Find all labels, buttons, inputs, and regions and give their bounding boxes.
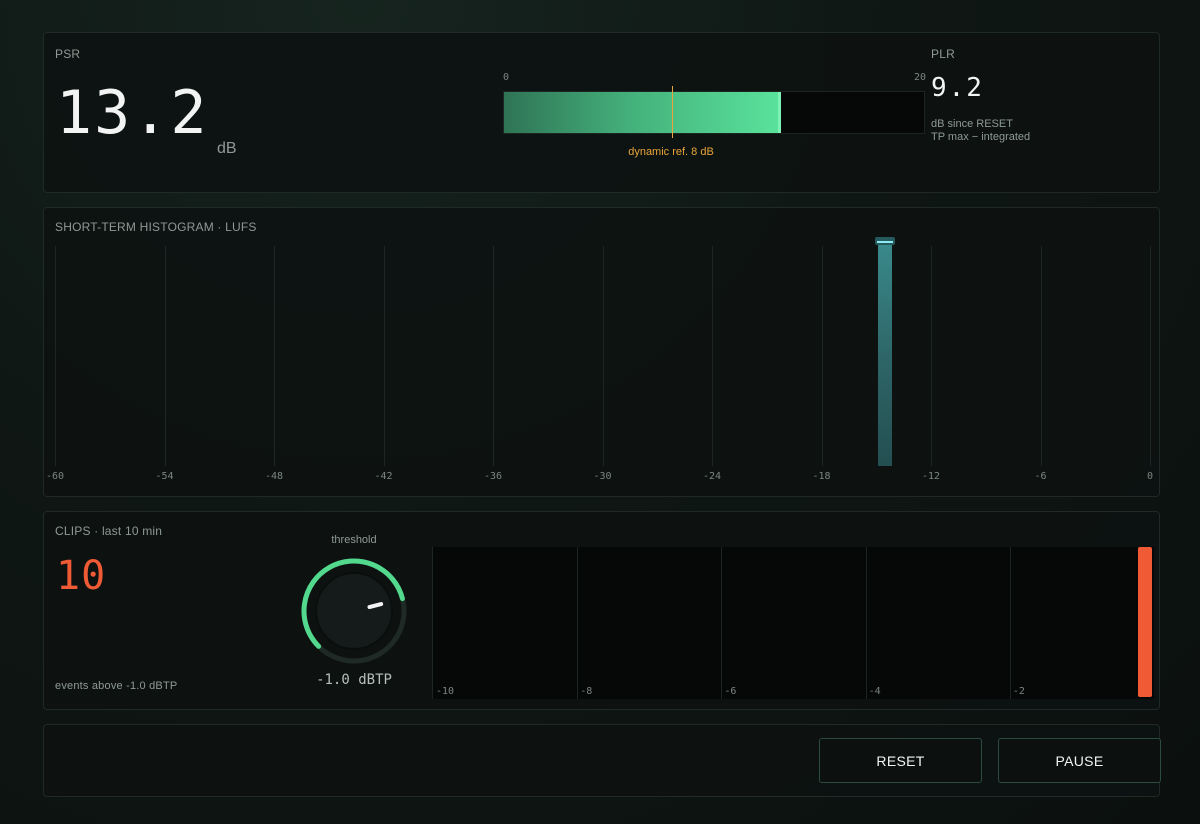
reset-button[interactable]: RESET [819, 738, 982, 783]
histogram-gridline [821, 246, 823, 466]
psr-meter [503, 86, 925, 138]
histogram-peak-line [877, 241, 894, 243]
histogram-gridline [1150, 246, 1151, 466]
plr-note-2: TP max − integrated [931, 131, 1031, 143]
clips-title: CLIPS · last 10 min [55, 524, 163, 538]
histogram-tick-label: -6 [1034, 471, 1047, 482]
clips-panel: CLIPS · last 10 min 10 events above -1.0… [43, 511, 1160, 710]
histogram-tick-label: -54 [155, 471, 174, 482]
psr-meter-fill [504, 92, 782, 133]
pause-button[interactable]: PAUSE [998, 738, 1161, 783]
histogram-gridline [383, 246, 385, 466]
histogram-tick-label: -12 [921, 471, 941, 482]
dynamic-ref-label: dynamic ref. 8 dB [628, 146, 714, 158]
clip-gridline [577, 547, 579, 699]
plr-label: PLR [931, 47, 955, 61]
knob-body [315, 572, 393, 650]
histogram-gridline [602, 246, 604, 466]
meter-max-label: 20 [914, 72, 927, 83]
histogram-tick-label: -48 [264, 471, 284, 482]
psr-value: 13.2 [56, 78, 209, 148]
clip-tick-label: -6 [724, 686, 737, 697]
histogram-tick-label: -18 [812, 471, 831, 482]
dynamic-ref-marker [672, 86, 673, 138]
threshold-value: -1.0 dBTP [316, 672, 392, 688]
clip-gridline [865, 547, 867, 699]
plr-value: 9.2 [931, 73, 984, 103]
clip-tick-label: -8 [580, 686, 593, 697]
histogram-gridline [274, 246, 275, 466]
clip-tick-label: -2 [1012, 686, 1025, 697]
histogram-gridline [1040, 246, 1042, 466]
histogram-tick-label: -60 [45, 471, 65, 482]
histogram-gridline [493, 246, 494, 466]
clip-timeline: -10 -8 -6 -4 -2 [432, 547, 1154, 699]
clip-gridline [1009, 547, 1011, 699]
clips-caption: events above -1.0 dBTP [55, 680, 178, 692]
clips-count: 10 [56, 553, 107, 599]
psr-label: PSR [55, 47, 81, 61]
meter-min-label: 0 [503, 72, 510, 83]
psr-unit: dB [217, 140, 237, 157]
histogram-tick-label: 0 [1146, 471, 1154, 482]
histogram-gridline [55, 246, 56, 466]
plr-note-1: dB since RESET [931, 118, 1013, 130]
histogram-tick-label: -42 [374, 471, 393, 482]
clip-tick-label: -10 [436, 686, 455, 697]
psr-panel: PSR 13.2 dB 0 20 dynamic ref. 8 dB PLR 9… [43, 32, 1160, 193]
histogram-panel: SHORT-TERM HISTOGRAM · LUFS -60 -54 -48 -42… [43, 207, 1160, 497]
clip-event-bar [1138, 547, 1152, 697]
clip-gridline [721, 547, 723, 699]
histogram-tick-label: -24 [702, 471, 722, 482]
clip-tick-label: -4 [868, 686, 881, 697]
histogram-gridline [712, 246, 713, 466]
histogram-gridline [164, 246, 166, 466]
histogram-tick-label: -30 [593, 471, 612, 482]
threshold-label: threshold [331, 534, 377, 546]
histogram-gridline [931, 246, 932, 466]
threshold-knob[interactable] [297, 554, 411, 668]
histogram-tick-label: -36 [483, 471, 503, 482]
psr-meter-edge [778, 92, 782, 133]
histogram-title: SHORT-TERM HISTOGRAM · LUFS [55, 220, 257, 234]
controls-panel: RESET PAUSE [43, 724, 1161, 797]
histogram-bar [878, 240, 893, 466]
